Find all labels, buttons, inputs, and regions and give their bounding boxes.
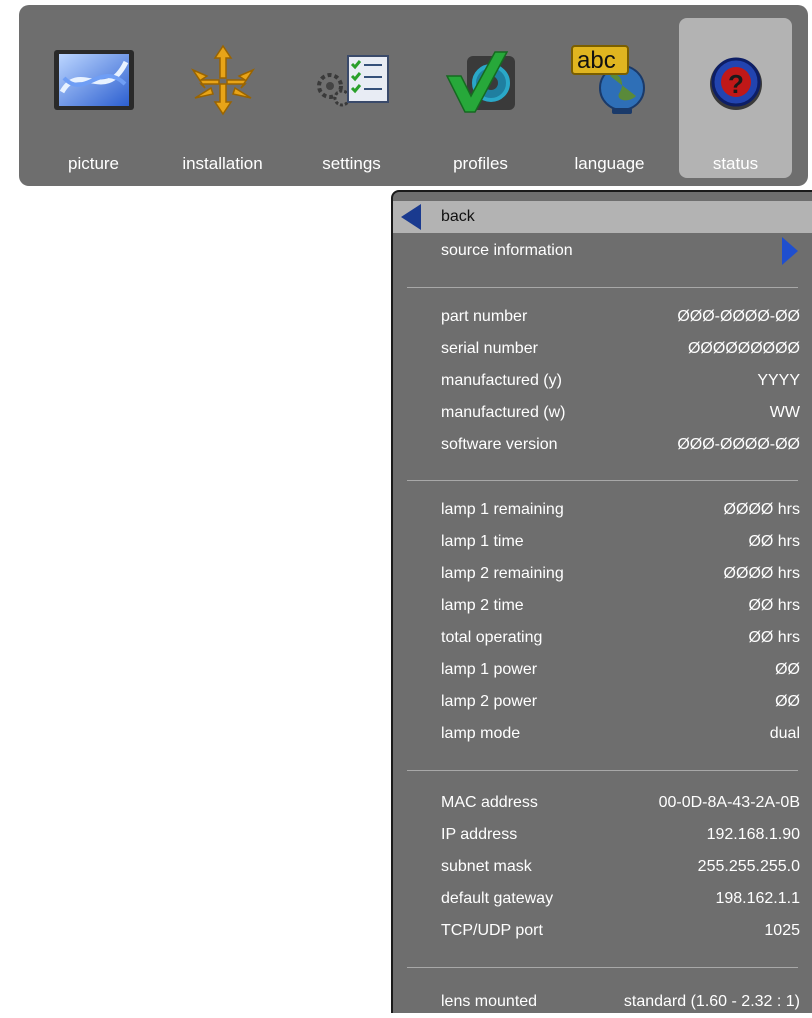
profiles-icon — [445, 51, 515, 113]
tab-label: installation — [182, 154, 263, 173]
tab-label: picture — [67, 154, 120, 173]
info-row: lamp 2 remaining ØØØØ hrs — [441, 565, 800, 582]
tab-installation[interactable]: installation — [166, 18, 279, 178]
tab-profiles[interactable]: profiles — [424, 18, 537, 178]
info-row: part number ØØØ-ØØØØ-ØØ — [441, 308, 800, 325]
installation-icon — [190, 44, 256, 116]
top-nav-bar: picture installation settings profiles a… — [19, 5, 808, 186]
tab-label: settings — [322, 154, 381, 173]
picture-icon — [54, 50, 134, 110]
tab-status[interactable]: ? status — [679, 18, 792, 178]
info-row: lamp 1 remaining ØØØØ hrs — [441, 501, 800, 518]
tab-picture[interactable]: picture — [37, 18, 150, 178]
tab-label: profiles — [453, 154, 508, 173]
tab-language[interactable]: abc language — [553, 18, 666, 178]
settings-icon — [317, 55, 389, 107]
info-row: software version ØØØ-ØØØØ-ØØ — [441, 436, 800, 453]
svg-text:?: ? — [728, 69, 744, 99]
arrow-right-icon — [782, 237, 798, 265]
info-row: subnet mask 255.255.255.0 — [441, 858, 800, 875]
status-help-icon: ? — [710, 57, 762, 110]
tab-settings[interactable]: settings — [295, 18, 408, 178]
info-row: manufactured (y) YYYY — [441, 372, 800, 389]
status-panel: back source information part number ØØØ-Ø… — [391, 190, 812, 1013]
info-row: IP address 192.168.1.90 — [441, 826, 800, 843]
info-row: serial number ØØØØØØØØØ — [441, 340, 800, 357]
divider — [407, 480, 798, 481]
info-row: TCP/UDP port 1025 — [441, 922, 800, 939]
info-row: lamp 2 power ØØ — [441, 693, 800, 710]
source-information-menu-item[interactable]: source information — [393, 235, 812, 267]
info-row: MAC address 00-0D-8A-43-2A-0B — [441, 794, 800, 811]
tab-label: status — [712, 154, 759, 173]
language-icon: abc — [571, 45, 645, 114]
arrow-left-icon — [401, 204, 421, 230]
info-row: total operating ØØ hrs — [441, 629, 800, 646]
info-row: lens mounted standard (1.60 - 2.32 : 1) — [441, 993, 800, 1010]
info-row: lamp 1 power ØØ — [441, 661, 800, 678]
info-row: default gateway 198.162.1.1 — [441, 890, 800, 907]
info-row: lamp 1 time ØØ hrs — [441, 533, 800, 550]
tab-label: language — [574, 154, 645, 173]
divider — [407, 967, 798, 968]
svg-text:abc: abc — [577, 47, 616, 74]
info-row: manufactured (w) WW — [441, 404, 800, 421]
divider — [407, 770, 798, 771]
info-row: lamp 2 time ØØ hrs — [441, 597, 800, 614]
back-menu-item[interactable]: back — [393, 201, 812, 233]
info-row: lamp mode dual — [441, 725, 800, 742]
divider — [407, 287, 798, 288]
